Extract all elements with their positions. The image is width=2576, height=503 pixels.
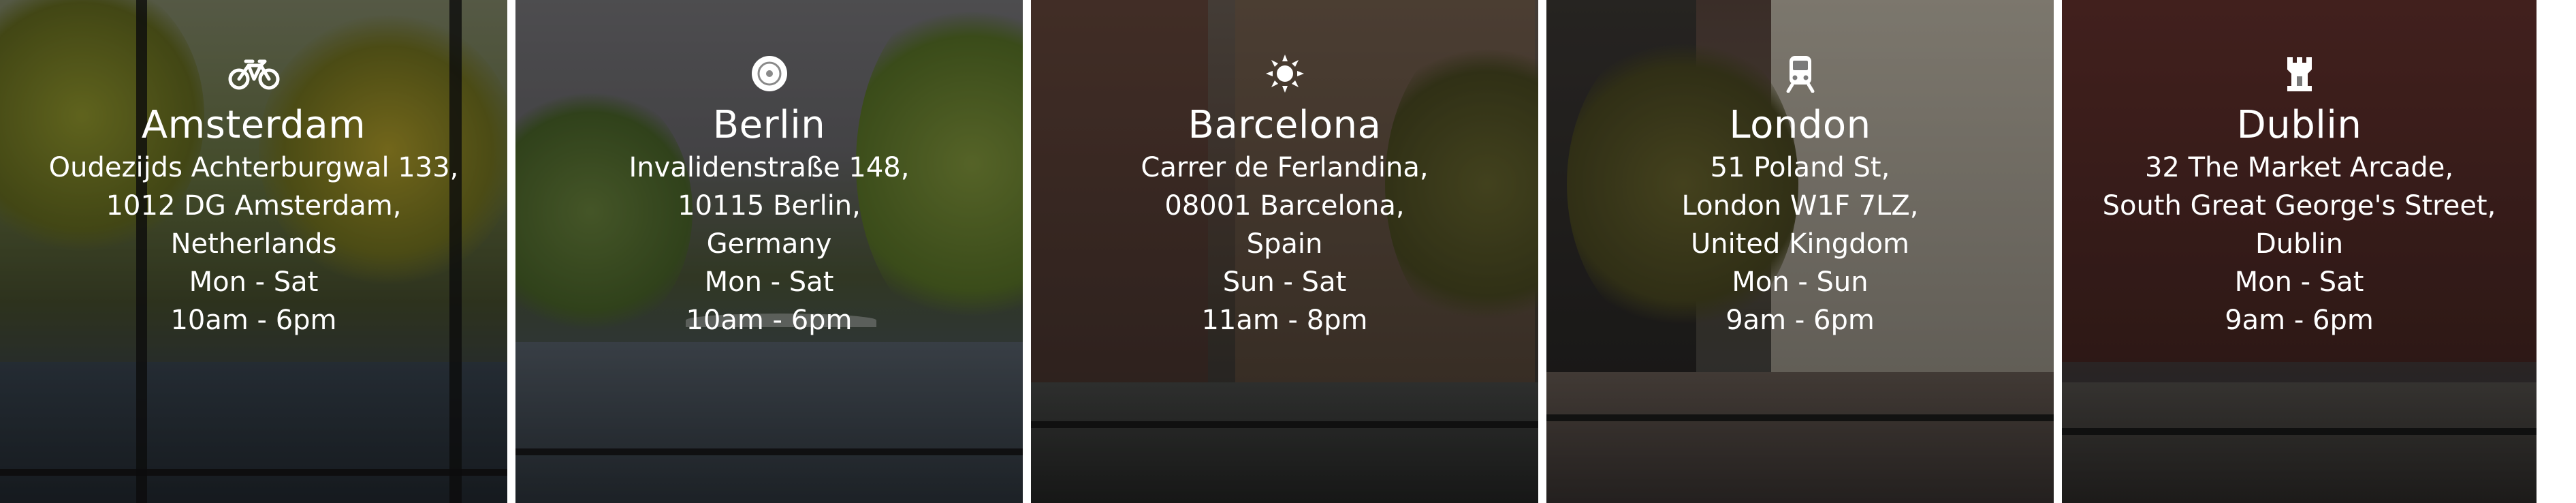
address-line-3: United Kingdom: [1690, 228, 1910, 260]
address-line-1: Invalidenstraße 148,: [629, 152, 910, 183]
location-info: London 51 Poland St, London W1F 7LZ, Uni…: [1546, 55, 2054, 339]
opening-hours: 10am - 6pm: [686, 305, 853, 336]
address-line-2: South Great George's Street,: [2102, 190, 2496, 222]
opening-hours: 11am - 8pm: [1201, 305, 1368, 336]
address-line-3: Dublin: [2255, 228, 2344, 260]
vinyl-record-icon: [751, 56, 787, 91]
address-line-2: London W1F 7LZ,: [1681, 190, 1919, 222]
opening-hours: 9am - 6pm: [1726, 305, 1875, 336]
location-card-barcelona: Barcelona Carrer de Ferlandina, 08001 Ba…: [1031, 0, 1538, 503]
opening-days: Mon - Sat: [704, 266, 834, 298]
sun-icon: [1265, 55, 1304, 93]
opening-days: Mon - Sat: [2234, 266, 2364, 298]
address-line-2: 10115 Berlin,: [678, 190, 861, 222]
city-name: Amsterdam: [141, 103, 366, 147]
opening-days: Mon - Sat: [189, 266, 319, 298]
opening-hours: 10am - 6pm: [170, 305, 337, 336]
city-name: Dublin: [2236, 103, 2362, 147]
address-line-3: Germany: [706, 228, 832, 260]
location-card-amsterdam: Amsterdam Oudezijds Achterburgwal 133, 1…: [0, 0, 507, 503]
location-info: Barcelona Carrer de Ferlandina, 08001 Ba…: [1031, 55, 1538, 339]
address-line-3: Netherlands: [170, 228, 337, 260]
bicycle-icon: [228, 59, 279, 90]
address-line-1: 51 Poland St,: [1710, 152, 1890, 183]
address-line-1: Oudezijds Achterburgwal 133,: [48, 152, 459, 183]
opening-hours: 9am - 6pm: [2225, 305, 2374, 336]
city-name: London: [1729, 103, 1871, 147]
address-line-1: 32 The Market Arcade,: [2144, 152, 2454, 183]
opening-days: Sun - Sat: [1222, 266, 1347, 298]
location-info: Berlin Invalidenstraße 148, 10115 Berlin…: [515, 55, 1023, 339]
castle-tower-icon: [2287, 57, 2312, 91]
address-line-2: 1012 DG Amsterdam,: [106, 190, 402, 222]
location-info: Amsterdam Oudezijds Achterburgwal 133, 1…: [0, 55, 507, 339]
location-card-berlin: Berlin Invalidenstraße 148, 10115 Berlin…: [515, 0, 1023, 503]
train-icon: [1786, 56, 1814, 93]
city-name: Barcelona: [1188, 103, 1382, 147]
address-line-3: Spain: [1246, 228, 1323, 260]
city-name: Berlin: [712, 103, 826, 147]
location-info: Dublin 32 The Market Arcade, South Great…: [2062, 55, 2537, 339]
opening-days: Mon - Sun: [1732, 266, 1869, 298]
location-card-london: London 51 Poland St, London W1F 7LZ, Uni…: [1546, 0, 2054, 503]
address-line-1: Carrer de Ferlandina,: [1141, 152, 1429, 183]
location-card-dublin: Dublin 32 The Market Arcade, South Great…: [2062, 0, 2537, 503]
locations-strip: Amsterdam Oudezijds Achterburgwal 133, 1…: [0, 0, 2576, 503]
address-line-2: 08001 Barcelona,: [1164, 190, 1405, 222]
